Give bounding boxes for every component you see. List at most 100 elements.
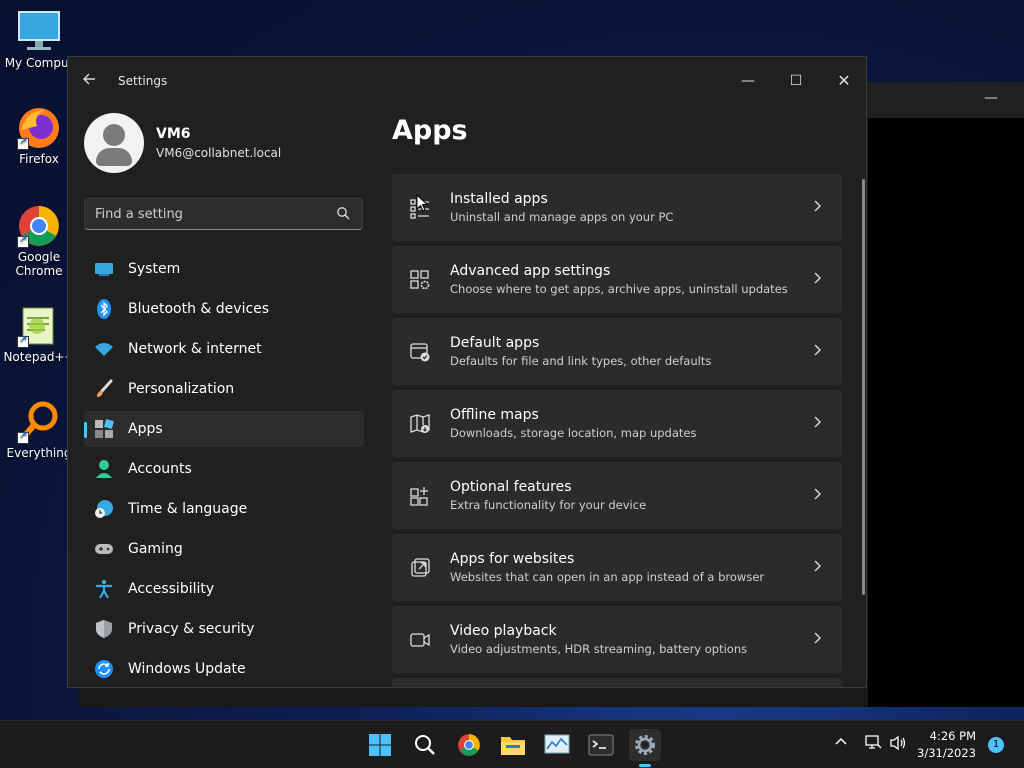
- everything-search-icon: [17, 400, 61, 444]
- clock[interactable]: 4:26 PM 3/31/2023: [917, 728, 976, 762]
- search-icon[interactable]: [336, 206, 350, 220]
- resource-monitor-icon[interactable]: [541, 729, 573, 761]
- sidebar-item-system[interactable]: System: [84, 251, 364, 287]
- card-apps-for-websites[interactable]: Apps for websites Websites that can open…: [392, 534, 842, 601]
- terminal-icon[interactable]: [585, 729, 617, 761]
- card-offline-maps[interactable]: Offline maps Downloads, storage location…: [392, 390, 842, 457]
- title-bar: Settings — ☐ ✕: [68, 57, 866, 105]
- desktop-icon-label: My Comput: [4, 56, 74, 70]
- sidebar-item-time-language[interactable]: Time & language: [84, 491, 364, 527]
- background-window-minimize-button[interactable]: —: [984, 90, 998, 106]
- sidebar-item-label: Accounts: [128, 461, 192, 477]
- desktop-icon-label: Firefox: [19, 152, 59, 166]
- windows-start-icon[interactable]: [364, 729, 396, 761]
- sidebar-item-accessibility[interactable]: Accessibility: [84, 571, 364, 607]
- card-video-playback[interactable]: Video playback Video adjustments, HDR st…: [392, 606, 842, 673]
- active-app-indicator: [639, 764, 651, 767]
- file-explorer-icon[interactable]: [497, 729, 529, 761]
- chevron-right-icon: [814, 488, 821, 500]
- sidebar-item-label: Network & internet: [128, 341, 262, 357]
- network-icon[interactable]: [864, 735, 882, 755]
- card-subtitle: Video adjustments, HDR streaming, batter…: [450, 642, 748, 656]
- search-icon[interactable]: [409, 729, 441, 761]
- settings-window: Settings — ☐ ✕ VM6 VM6@collabnet.local S…: [67, 56, 867, 688]
- card-subtitle: Defaults for file and link types, other …: [450, 354, 712, 368]
- card-subtitle: Downloads, storage location, map updates: [450, 426, 697, 440]
- card-optional-features[interactable]: Optional features Extra functionality fo…: [392, 462, 842, 529]
- card-title: Offline maps: [450, 407, 539, 423]
- wifi-icon: [94, 339, 114, 359]
- clock-time: 4:26 PM: [929, 729, 976, 743]
- sidebar-nav: System Bluetooth & devices Network & int…: [84, 251, 364, 687]
- card-title: Optional features: [450, 479, 572, 495]
- tray-overflow-chevron-icon[interactable]: [834, 735, 848, 753]
- card-default-apps[interactable]: Default apps Defaults for file and link …: [392, 318, 842, 385]
- optional-features-icon: [408, 484, 432, 508]
- card-installed-apps[interactable]: Installed apps Uninstall and manage apps…: [392, 174, 842, 241]
- user-email: VM6@collabnet.local: [156, 146, 282, 160]
- card-subtitle: Choose where to get apps, archive apps, …: [450, 282, 788, 296]
- sidebar-item-label: Windows Update: [128, 661, 246, 677]
- sidebar-item-network[interactable]: Network & internet: [84, 331, 364, 367]
- maximize-button[interactable]: ☐: [776, 65, 816, 97]
- close-button[interactable]: ✕: [824, 65, 864, 97]
- sidebar-item-gaming[interactable]: Gaming: [84, 531, 364, 567]
- card-partial[interactable]: [392, 678, 842, 687]
- volume-icon[interactable]: [889, 735, 907, 755]
- card-subtitle: Extra functionality for your device: [450, 498, 647, 512]
- brush-icon: [94, 379, 114, 399]
- monitor-icon: [17, 10, 61, 54]
- notification-badge[interactable]: 1: [988, 737, 1004, 753]
- user-name: VM6: [156, 126, 191, 142]
- desktop-icon-chrome[interactable]: Google Chrome: [1, 204, 77, 278]
- desktop-icon-everything[interactable]: Everything: [1, 400, 77, 460]
- sidebar-item-label: Bluetooth & devices: [128, 301, 270, 317]
- search-input[interactable]: [85, 199, 325, 229]
- sidebar-item-label: Gaming: [128, 541, 183, 557]
- desktop-icon-firefox[interactable]: Firefox: [1, 106, 77, 166]
- taskbar: 4:26 PM 3/31/2023 1: [0, 720, 1024, 768]
- card-title: Advanced app settings: [450, 263, 611, 279]
- back-button[interactable]: [82, 71, 96, 90]
- chrome-icon[interactable]: [453, 729, 485, 761]
- shortcut-arrow-icon: [17, 334, 29, 348]
- settings-cards: Installed apps Uninstall and manage apps…: [392, 174, 842, 687]
- card-text: Video playback Video adjustments, HDR st…: [450, 623, 747, 656]
- sidebar-item-windows-update[interactable]: Windows Update: [84, 651, 364, 687]
- card-text: Optional features Extra functionality fo…: [450, 479, 646, 512]
- minimize-button[interactable]: —: [728, 65, 768, 97]
- default-apps-icon: [408, 340, 432, 364]
- sidebar-item-bluetooth[interactable]: Bluetooth & devices: [84, 291, 364, 327]
- card-title: Installed apps: [450, 191, 548, 207]
- avatar-body: [96, 148, 132, 166]
- clock-globe-icon: [94, 499, 114, 519]
- web-link-icon: [408, 556, 432, 580]
- video-icon: [408, 628, 432, 652]
- avatar: [84, 113, 144, 173]
- chevron-right-icon: [814, 632, 821, 644]
- user-profile[interactable]: VM6 VM6@collabnet.local: [84, 113, 281, 173]
- card-title: Default apps: [450, 335, 540, 351]
- sidebar-item-label: System: [128, 261, 181, 277]
- bluetooth-icon: [94, 299, 114, 319]
- sidebar-item-accounts[interactable]: Accounts: [84, 451, 364, 487]
- sidebar-item-label: Time & language: [128, 501, 248, 517]
- desktop-icon-my-computer[interactable]: My Comput: [1, 10, 77, 70]
- chevron-right-icon: [814, 344, 821, 356]
- card-subtitle: Websites that can open in an app instead…: [450, 570, 765, 584]
- chevron-right-icon: [814, 272, 821, 284]
- desktop-icon-label: Google Chrome: [15, 250, 63, 278]
- card-advanced-app-settings[interactable]: Advanced app settings Choose where to ge…: [392, 246, 842, 313]
- settings-gear-icon[interactable]: [629, 729, 661, 761]
- sidebar-item-privacy-security[interactable]: Privacy & security: [84, 611, 364, 647]
- page-title: Apps: [392, 115, 468, 146]
- shortcut-arrow-icon: [17, 430, 29, 444]
- shield-icon: [94, 619, 114, 639]
- card-text: Advanced app settings Choose where to ge…: [450, 263, 788, 296]
- map-icon: [408, 412, 432, 436]
- desktop-icon-notepadpp[interactable]: Notepad++: [1, 304, 77, 364]
- scrollbar[interactable]: [862, 179, 865, 595]
- user-info: VM6 VM6@collabnet.local: [156, 126, 281, 160]
- sidebar-item-apps[interactable]: Apps: [84, 411, 364, 447]
- sidebar-item-personalization[interactable]: Personalization: [84, 371, 364, 407]
